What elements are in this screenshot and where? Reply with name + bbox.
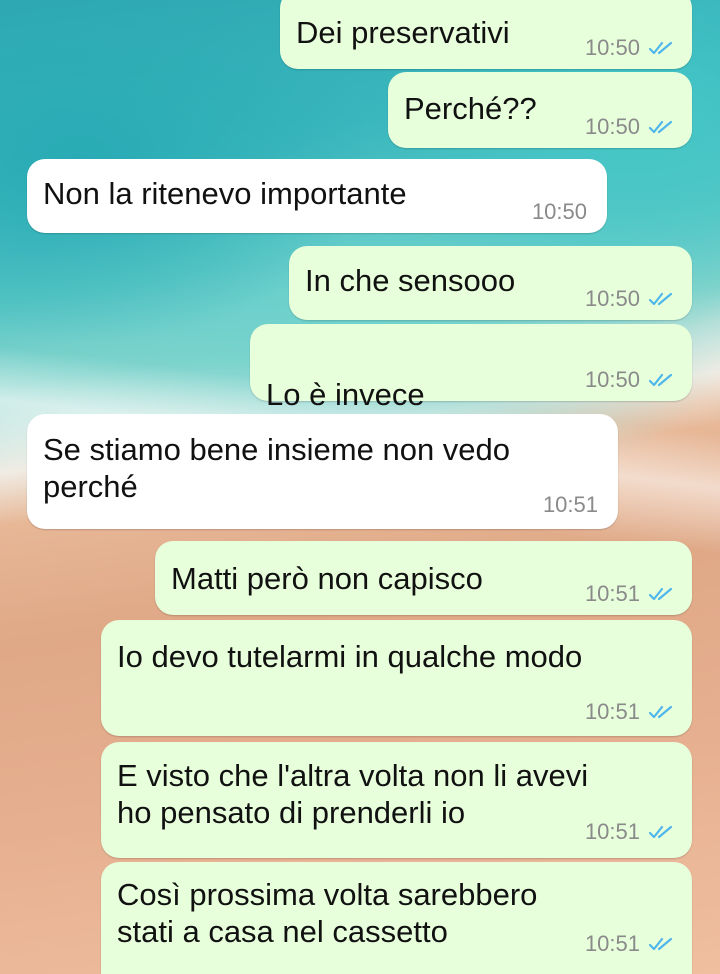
message-text: Se stiamo bene insieme non vedo perché — [43, 432, 511, 504]
message-outgoing[interactable]: Io devo tutelarmi in qualche modo 10:51 — [101, 620, 692, 736]
message-text: In che sensooo — [305, 263, 516, 298]
message-meta: 10:50 — [585, 287, 676, 311]
message-text: Dei preservativi — [296, 15, 510, 50]
message-meta: 10:50 — [585, 115, 676, 139]
message-outgoing[interactable]: Dei preservativi 10:50 — [280, 0, 692, 69]
message-time: 10:51 — [584, 819, 640, 844]
message-meta: 10:50 — [532, 200, 587, 224]
message-text: Non la ritenevo importante — [43, 176, 407, 211]
message-text: Perché?? — [404, 91, 537, 126]
message-outgoing[interactable]: Così prossima volta sarebbero stati a ca… — [101, 862, 692, 974]
chat-screen: Dei preservativi 10:50 Perché?? 10:50 No… — [0, 0, 720, 974]
read-ticks-icon — [648, 292, 673, 306]
read-ticks-icon — [648, 705, 673, 719]
message-outgoing[interactable]: Lo è invece 10:50 — [250, 324, 692, 492]
message-outgoing[interactable]: In che sensooo 10:50 — [289, 246, 692, 320]
message-time: 10:51 — [584, 931, 640, 956]
message-meta: 10:51 — [585, 820, 676, 844]
read-ticks-icon — [648, 41, 673, 55]
message-time: 10:50 — [531, 199, 587, 224]
message-incoming[interactable]: Non la ritenevo importante 10:50 — [27, 159, 607, 233]
message-time: 10:51 — [584, 699, 640, 724]
message-meta: 10:51 — [543, 493, 598, 517]
message-time: 10:50 — [584, 367, 640, 392]
message-time: 10:50 — [584, 35, 640, 60]
message-text: Io devo tutelarmi in qualche modo — [117, 639, 583, 674]
message-text: Così prossima volta sarebbero stati a ca… — [117, 877, 538, 949]
message-time: 10:51 — [542, 492, 598, 517]
message-text: E visto che l'altra volta non li avevi h… — [117, 758, 589, 830]
message-time: 10:51 — [584, 581, 640, 606]
message-text-content: Lo è invece — [266, 377, 425, 412]
message-text: Matti però non capisco — [171, 561, 483, 596]
message-meta: 10:51 — [585, 582, 676, 606]
message-meta: 10:51 — [585, 932, 676, 956]
message-outgoing[interactable]: E visto che l'altra volta non li avevi h… — [101, 742, 692, 858]
read-ticks-icon — [648, 937, 673, 951]
read-ticks-icon — [648, 587, 673, 601]
read-ticks-icon — [648, 373, 673, 387]
message-time: 10:50 — [584, 286, 640, 311]
message-meta: 10:50 — [585, 36, 676, 60]
message-outgoing[interactable]: Matti però non capisco 10:51 — [155, 541, 692, 615]
message-time: 10:50 — [584, 114, 640, 139]
read-ticks-icon — [648, 120, 673, 134]
message-incoming[interactable]: Se stiamo bene insieme non vedo perché 1… — [27, 414, 618, 529]
message-meta: 10:50 — [585, 368, 676, 392]
message-meta: 10:51 — [585, 700, 676, 724]
read-ticks-icon — [648, 825, 673, 839]
message-outgoing[interactable]: Perché?? 10:50 — [388, 72, 692, 148]
